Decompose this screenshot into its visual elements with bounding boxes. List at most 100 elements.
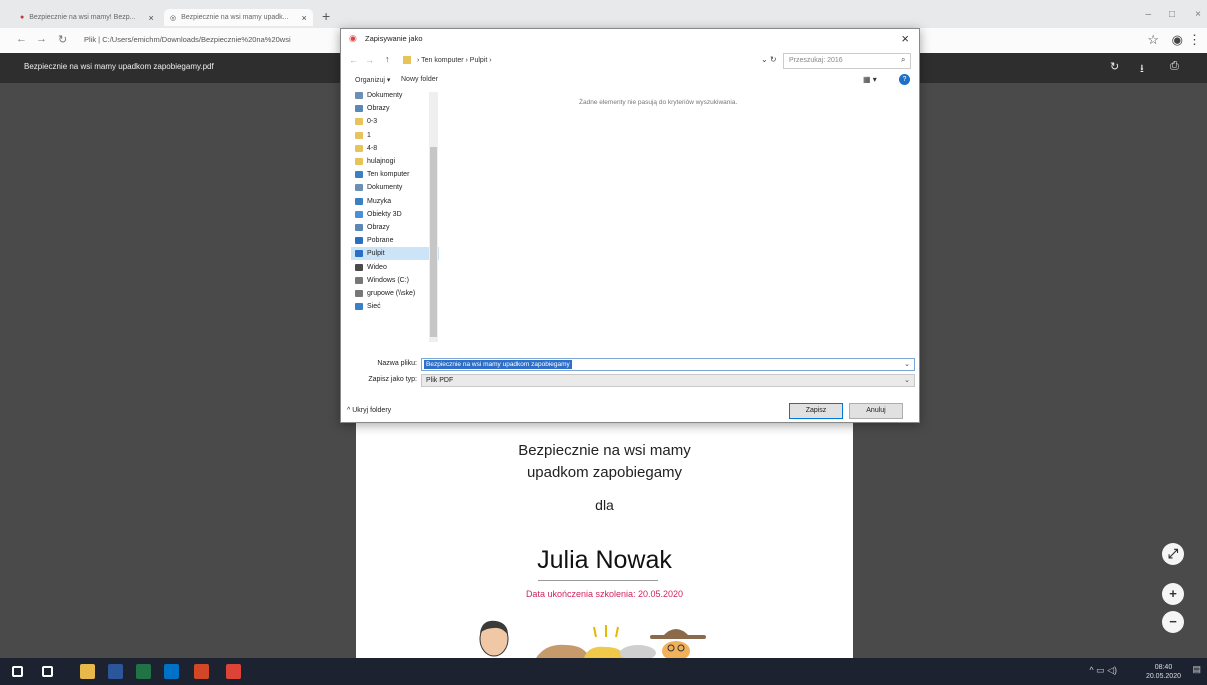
nav-item[interactable]: Sieć: [351, 300, 439, 313]
nav-item[interactable]: Muzyka: [351, 195, 439, 208]
organize-menu[interactable]: Organizuj ▾: [355, 76, 390, 84]
file-name-label: Nazwa pliku:: [377, 360, 417, 367]
nav-item[interactable]: Pulpit: [351, 247, 439, 261]
nav-item[interactable]: Obrazy: [351, 221, 439, 234]
file-name-value: Bezpiecznie na wsi mamy upadkom zapobieg…: [424, 360, 572, 369]
search-icon[interactable]: [42, 666, 53, 677]
nav-item[interactable]: Ten komputer: [351, 168, 439, 181]
profile-icon[interactable]: ◉: [1172, 32, 1183, 48]
view-options-icon[interactable]: ▦ ▾: [863, 75, 877, 84]
zoom-in-button[interactable]: +: [1162, 583, 1184, 605]
save-button[interactable]: Zapisz: [789, 403, 843, 419]
breadcrumb-dropdown-icon[interactable]: ⌄ ↻: [761, 55, 777, 64]
fit-to-page-button[interactable]: ⤢: [1162, 543, 1184, 565]
dialog-search-icon: ⌕: [901, 55, 906, 64]
nav-item[interactable]: grupowe (\\ske): [351, 287, 439, 300]
file-explorer-icon[interactable]: [80, 664, 95, 679]
chrome-app-icon: ◉: [349, 33, 357, 43]
tab-1-close-icon[interactable]: ×: [148, 13, 153, 23]
nav-item-label: Obiekty 3D: [367, 210, 402, 218]
close-window-button[interactable]: ×: [1195, 9, 1201, 20]
tab-2[interactable]: ◎ Bezpiecznie na wsi mamy upadk... ×: [164, 9, 313, 26]
dialog-title-bar: ◉ Zapisywanie jako ×: [341, 29, 919, 49]
clock-time: 08:40: [1154, 664, 1173, 671]
dialog-navigation-pane: Dokumenty Obrazy 0-3 1 4-8 hulajnogi Ten kompu…: [351, 89, 439, 349]
nav-item[interactable]: 1: [351, 129, 439, 142]
nav-item-label: Sieć: [367, 303, 381, 311]
bookmark-star-icon[interactable]: ☆: [1147, 32, 1159, 48]
word-icon[interactable]: [108, 664, 123, 679]
maximize-button[interactable]: □: [1169, 9, 1175, 20]
nav-item[interactable]: Dokumenty: [351, 181, 439, 194]
dialog-forward-icon[interactable]: →: [365, 55, 374, 65]
file-name-dropdown-icon[interactable]: ⌄: [904, 360, 910, 368]
dialog-breadcrumb[interactable]: › Ten komputer › Pulpit ›: [411, 53, 771, 69]
cancel-button[interactable]: Anuluj: [849, 403, 903, 419]
outlook-icon[interactable]: [164, 664, 179, 679]
nav-item-label: Dokumenty: [367, 184, 403, 192]
file-name-input[interactable]: Bezpiecznie na wsi mamy upadkom zapobieg…: [421, 358, 915, 371]
url-field[interactable]: Plik | C:/Users/emichm/Downloads/Bezpiec…: [84, 35, 340, 44]
nav-item[interactable]: hulajnogi: [351, 155, 439, 168]
nav-item-label: Obrazy: [367, 223, 390, 231]
navigation-pane-scrollbar[interactable]: [429, 92, 438, 342]
powerpoint-icon[interactable]: [194, 664, 209, 679]
nav-item[interactable]: Obrazy: [351, 102, 439, 115]
forward-icon[interactable]: →: [36, 33, 47, 45]
folder-icon: [355, 158, 363, 166]
download-icon[interactable]: ⭳: [1140, 60, 1144, 79]
excel-icon[interactable]: [136, 664, 151, 679]
dialog-back-icon[interactable]: ←: [349, 55, 358, 65]
nav-item[interactable]: Wideo: [351, 260, 439, 273]
nav-item[interactable]: Windows (C:): [351, 274, 439, 287]
network-icon: [355, 303, 363, 311]
video-icon: [355, 263, 363, 271]
nav-item-label: Pulpit: [367, 250, 385, 258]
menu-dots-icon[interactable]: ⋮: [1188, 32, 1201, 48]
documents-icon: [355, 184, 363, 192]
scrollbar-thumb[interactable]: [430, 147, 437, 337]
nav-item[interactable]: Obiekty 3D: [351, 208, 439, 221]
nav-item-label: Muzyka: [367, 197, 392, 205]
minimize-button[interactable]: –: [1145, 9, 1151, 20]
new-tab-button[interactable]: +: [322, 8, 330, 24]
rotate-icon[interactable]: ↻: [1110, 60, 1119, 73]
dialog-up-icon[interactable]: ↑: [385, 54, 390, 64]
computer-icon: [355, 171, 363, 179]
reload-icon[interactable]: ↻: [58, 33, 67, 46]
zoom-out-button[interactable]: −: [1162, 611, 1184, 633]
print-icon[interactable]: ⎙: [1170, 60, 1179, 73]
nav-item-label: 0-3: [367, 118, 378, 126]
folder-icon: [355, 118, 363, 126]
tab-1[interactable]: ● Bezpiecznie na wsi mamy! Bezp... ×: [14, 9, 160, 26]
nav-item-label: Wideo: [367, 263, 387, 271]
start-icon[interactable]: [12, 666, 23, 677]
nav-item[interactable]: 4-8: [351, 142, 439, 155]
save-as-dialog: ◉ Zapisywanie jako × ← → ↑ › Ten kompute…: [340, 28, 920, 423]
back-icon[interactable]: ←: [16, 33, 27, 45]
nav-item[interactable]: Dokumenty: [351, 89, 439, 102]
system-tray-icons[interactable]: ^ ▭ ◁): [1089, 665, 1117, 676]
certificate-divider: [538, 580, 658, 581]
dialog-search-input[interactable]: Przeszukaj: 2016: [783, 53, 911, 69]
objects3d-icon: [355, 210, 363, 218]
file-type-dropdown-icon[interactable]: ⌄: [904, 376, 910, 384]
nav-item-label: Obrazy: [367, 105, 390, 113]
tab-2-close-icon[interactable]: ×: [302, 13, 307, 23]
pdf-filename: Bezpiecznie na wsi mamy upadkom zapobieg…: [24, 62, 214, 71]
nav-item[interactable]: Pobrane: [351, 234, 439, 247]
file-type-label: Zapisz jako typ:: [368, 376, 417, 383]
new-folder-button[interactable]: Nowy folder: [401, 76, 438, 83]
dialog-close-icon[interactable]: ×: [901, 31, 909, 46]
dialog-toolbar: Organizuj ▾ Nowy folder ▦ ▾ ?: [341, 73, 919, 89]
notifications-icon[interactable]: ▤: [1192, 664, 1201, 675]
nav-item[interactable]: 0-3: [351, 115, 439, 128]
file-type-select[interactable]: Plik PDF ⌄: [421, 374, 915, 387]
help-icon[interactable]: ?: [899, 74, 910, 85]
chrome-icon[interactable]: [226, 664, 241, 679]
hide-folders-toggle[interactable]: ^ Ukryj foldery: [347, 407, 391, 414]
downloads-icon: [355, 237, 363, 245]
certificate-title-line2: upadkom zapobiegamy: [526, 464, 683, 481]
documents-icon: [355, 92, 363, 100]
taskbar-clock[interactable]: 08:40 20.05.2020: [1146, 663, 1181, 681]
